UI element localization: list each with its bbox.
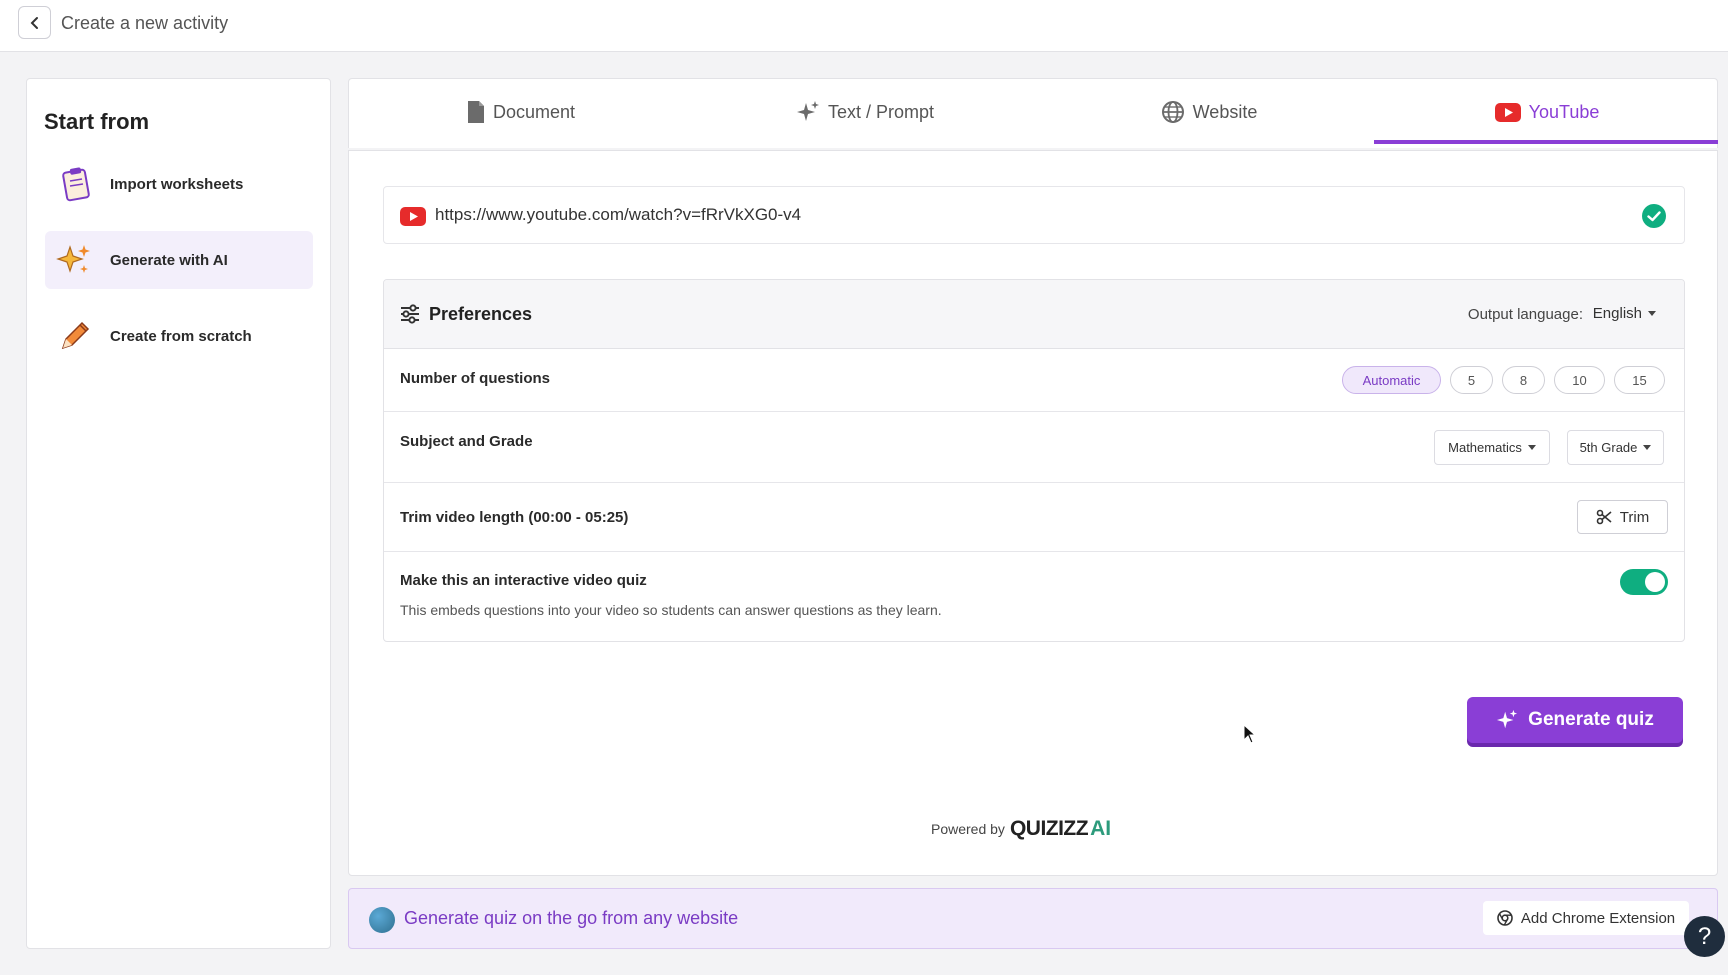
sidebar-item-generate-with-ai[interactable]: Generate with AI [45,231,313,289]
output-language-dropdown[interactable]: English [1593,305,1656,322]
extension-banner-text: Generate quiz on the go from any website [404,908,739,928]
output-language-label: Output language: [1467,306,1583,323]
tab-youtube[interactable]: YouTube [1375,79,1719,145]
subject-dropdown[interactable]: Mathematics [1434,430,1550,465]
start-from-sidebar: Start from Import worksheets Generate wi… [26,78,331,949]
preferences-card: Preferences Output language: English Num… [383,279,1685,642]
youtube-url-input[interactable]: https://www.youtube.com/watch?v=fRrVkXG0… [383,186,1685,244]
tab-label: Text / Prompt [827,101,935,122]
tab-document[interactable]: Document [349,79,693,145]
question-count-8[interactable]: 8 [1502,366,1545,394]
question-count-5[interactable]: 5 [1450,366,1493,394]
interactive-quiz-description: This embeds questions into your video so… [400,602,942,618]
grade-value: 5th Grade [1579,440,1638,455]
caret-down-icon [1643,445,1652,450]
sliders-icon [400,304,420,329]
page-title: Create a new activity [61,13,229,33]
add-chrome-extension-button[interactable]: Add Chrome Extension [1483,901,1689,935]
sidebar-item-import-worksheets[interactable]: Import worksheets [45,155,313,213]
generate-quiz-label: Generate quiz [1528,709,1654,730]
source-tabs: Document Text / Prompt Website YouTube [348,78,1718,148]
tab-website[interactable]: Website [1037,79,1381,145]
youtube-panel: https://www.youtube.com/watch?v=fRrVkXG0… [348,150,1718,876]
globe-icon [369,907,395,933]
generate-quiz-button[interactable]: Generate quiz [1467,697,1683,743]
num-questions-row: Number of questions Automatic 5 8 10 15 [384,349,1684,412]
mouse-cursor-icon [1243,724,1257,744]
preferences-title: Preferences [429,304,533,324]
chrome-extension-banner: Generate quiz on the go from any website… [348,888,1718,949]
youtube-icon [1494,102,1521,122]
tab-label: YouTube [1528,101,1600,122]
num-questions-label: Number of questions [400,370,551,387]
pencil-icon [55,316,95,356]
trim-label: Trim video length (00:00 - 05:25) [400,509,629,526]
subject-value: Mathematics [1448,440,1522,455]
subject-grade-label: Subject and Grade [400,433,533,450]
chrome-icon [1497,910,1513,926]
question-count-15[interactable]: 15 [1614,366,1665,394]
clipboard-icon [55,164,95,204]
caret-down-icon [1648,311,1656,316]
caret-down-icon [1527,445,1536,450]
question-count-10[interactable]: 10 [1554,366,1605,394]
active-tab-indicator [1374,140,1718,144]
output-language-value: English [1592,305,1642,322]
back-button[interactable] [18,6,51,39]
tab-label: Document [492,101,576,122]
tab-text-prompt[interactable]: Text / Prompt [693,79,1037,145]
scissors-icon [1596,509,1612,525]
sidebar-item-label: Generate with AI [110,251,228,269]
subject-grade-row: Subject and Grade Mathematics 5th Grade [384,412,1684,483]
interactive-quiz-toggle[interactable] [1620,569,1668,595]
sparkle-icon [1497,709,1518,729]
sidebar-heading: Start from [44,109,150,134]
sidebar-item-label: Import worksheets [110,175,244,193]
document-icon [467,100,485,124]
question-count-automatic[interactable]: Automatic [1342,366,1441,394]
preferences-header: Preferences Output language: English [384,280,1684,349]
url-value[interactable]: https://www.youtube.com/watch?v=fRrVkXG0… [435,205,801,225]
interactive-quiz-row: Make this an interactive video quiz This… [384,552,1684,641]
toggle-knob [1645,572,1665,592]
chevron-left-icon [30,16,38,29]
ai-logo: AI [1090,817,1112,840]
quizizz-logo: QUIZIZZ [1009,817,1089,840]
sparkle-stars-icon [55,240,95,280]
globe-icon [1161,100,1185,124]
sidebar-item-label: Create from scratch [110,327,252,345]
check-circle-icon [1642,204,1666,233]
help-button[interactable]: ? [1684,916,1725,957]
add-chrome-extension-label: Add Chrome Extension [1520,909,1676,927]
top-bar: Create a new activity [0,0,1728,52]
youtube-icon [400,207,426,231]
sidebar-item-create-from-scratch[interactable]: Create from scratch [45,307,313,365]
tab-label: Website [1192,101,1258,122]
powered-by: Powered by QUIZIZZ AI [931,817,1111,841]
trim-button[interactable]: Trim [1577,500,1668,534]
trim-row: Trim video length (00:00 - 05:25) Trim [384,483,1684,552]
grade-dropdown[interactable]: 5th Grade [1567,430,1664,465]
interactive-quiz-label: Make this an interactive video quiz [400,572,647,589]
trim-button-label: Trim [1619,508,1650,526]
powered-by-prefix: Powered by [931,821,1005,837]
sparkle-icon [796,100,820,124]
